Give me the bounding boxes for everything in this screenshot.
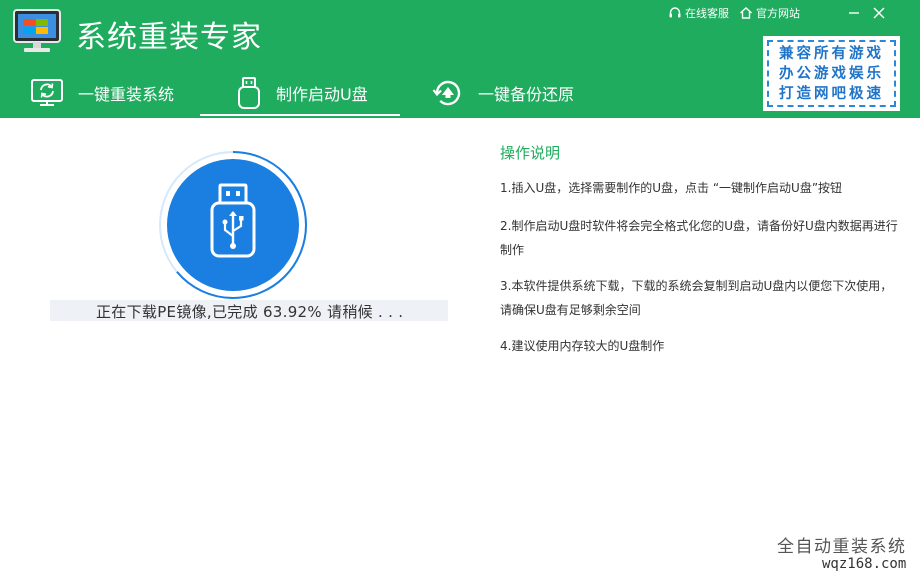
app-header: 系统重装专家 在线客服 官方网站 兼容所有游戏 办公游戏娱乐 打造网吧极速 一键…: [0, 0, 920, 118]
promo-line: 打造网吧极速: [779, 85, 884, 102]
tab-make-boot-usb[interactable]: 制作启动U盘: [236, 70, 368, 116]
instructions-title: 操作说明: [500, 144, 561, 162]
site-watermark: 全自动重装系统 wqz168.com: [758, 524, 920, 579]
tab-one-click-reinstall[interactable]: 一键重装系统: [30, 70, 174, 116]
home-icon: [740, 7, 752, 19]
monitor-logo-icon: [13, 9, 61, 52]
promo-line: 办公游戏娱乐: [779, 65, 884, 82]
watermark-title: 全自动重装系统: [777, 537, 907, 557]
online-support-label: 在线客服: [685, 7, 729, 20]
tab-backup-restore[interactable]: 一键备份还原: [432, 70, 574, 116]
refresh-monitor-icon: [30, 78, 64, 108]
watermark-url: wqz168.com: [822, 556, 907, 572]
instruction-item: 1.插入U盘，选择需要制作的U盘，点击 “一键制作启动U盘”按钮: [500, 181, 843, 195]
top-links: 在线客服 官方网站: [668, 5, 800, 21]
instruction-item: 4.建议使用内存较大的U盘制作: [500, 339, 665, 353]
instruction-item: 3.本软件提供系统下载，下载的系统会复制到启动U盘内以便您下次使用，请确保U盘有…: [500, 279, 893, 317]
usb-drive-icon: [236, 76, 262, 110]
active-tab-indicator: [200, 114, 400, 116]
minimize-icon: [849, 12, 859, 14]
tab-label: 一键重装系统: [78, 85, 175, 104]
official-website-link[interactable]: 官方网站: [739, 5, 800, 21]
backup-restore-icon: [432, 77, 464, 109]
progress-status-text: 正在下载PE镜像,已完成 63.92% 请稍候 . . .: [96, 303, 404, 321]
minimize-button[interactable]: [841, 2, 867, 24]
main-tabs: 一键重装系统 制作启动U盘 一键备份还原: [0, 70, 760, 118]
app-title: 系统重装专家: [76, 20, 262, 55]
tab-label: 制作启动U盘: [276, 85, 368, 104]
headset-icon: [669, 7, 681, 18]
online-support-link[interactable]: 在线客服: [668, 5, 729, 21]
close-button[interactable]: [866, 2, 892, 24]
download-progress-ring: [158, 150, 308, 300]
promo-banner-inner: 兼容所有游戏 办公游戏娱乐 打造网吧极速: [767, 40, 896, 107]
instruction-item: 2.制作启动U盘时软件将会完全格式化您的U盘，请备份好U盘内数据再进行制作: [500, 219, 898, 257]
promo-line: 兼容所有游戏: [779, 45, 884, 62]
official-website-label: 官方网站: [756, 7, 800, 20]
tab-label: 一键备份还原: [478, 85, 575, 104]
promo-banner[interactable]: 兼容所有游戏 办公游戏娱乐 打造网吧极速: [763, 36, 900, 111]
close-icon: [873, 7, 885, 19]
